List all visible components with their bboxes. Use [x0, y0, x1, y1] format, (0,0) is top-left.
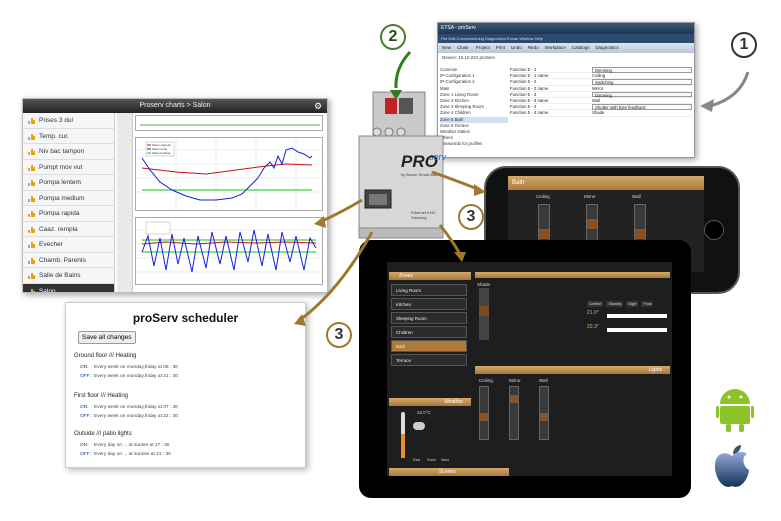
marker-2: 2 [380, 24, 406, 50]
marker-3b: 3 [326, 322, 352, 348]
arrows-overlay [294, 50, 750, 326]
apple-icon [712, 444, 752, 495]
marker-3a: 3 [458, 204, 484, 230]
android-icon [716, 384, 754, 437]
marker-1: 1 [731, 32, 757, 58]
